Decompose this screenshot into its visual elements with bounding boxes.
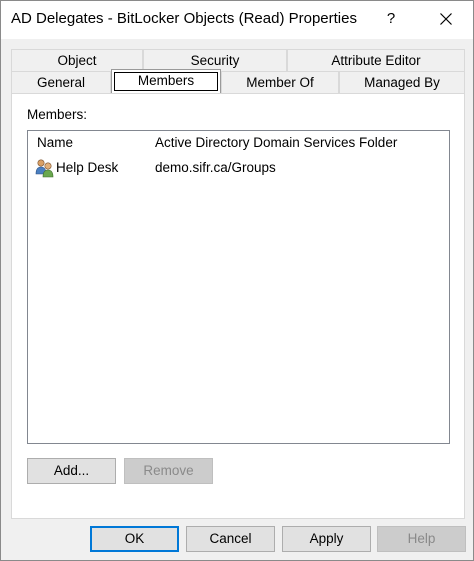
group-icon xyxy=(35,159,54,178)
column-header-folder[interactable]: Active Directory Domain Services Folder xyxy=(155,135,397,150)
help-button[interactable]: Help xyxy=(377,526,466,552)
tab-object[interactable]: Object xyxy=(11,49,143,71)
tab-general[interactable]: General xyxy=(11,71,111,93)
member-name: Help Desk xyxy=(56,160,119,175)
tab-security[interactable]: Security xyxy=(143,49,287,71)
members-label: Members: xyxy=(27,107,88,122)
remove-button[interactable]: Remove xyxy=(124,458,213,484)
tab-managed-by[interactable]: Managed By xyxy=(339,71,465,93)
help-title-button[interactable]: ? xyxy=(384,8,398,30)
close-icon xyxy=(440,13,452,25)
close-button[interactable] xyxy=(431,6,461,32)
ok-button[interactable]: OK xyxy=(90,526,179,552)
member-folder: demo.sifr.ca/Groups xyxy=(155,160,276,175)
title-bar: AD Delegates - BitLocker Objects (Read) … xyxy=(1,1,473,39)
column-header-name[interactable]: Name xyxy=(37,135,73,150)
tab-member-of[interactable]: Member Of xyxy=(221,71,339,93)
window-title: AD Delegates - BitLocker Objects (Read) … xyxy=(11,10,357,27)
tab-members[interactable]: Members xyxy=(111,69,221,93)
members-list[interactable]: Name Active Directory Domain Services Fo… xyxy=(27,130,450,444)
apply-button[interactable]: Apply xyxy=(282,526,371,552)
tab-attribute-editor[interactable]: Attribute Editor xyxy=(287,49,465,71)
add-button[interactable]: Add... xyxy=(27,458,116,484)
cancel-button[interactable]: Cancel xyxy=(186,526,275,552)
properties-dialog: AD Delegates - BitLocker Objects (Read) … xyxy=(0,0,474,561)
tab-focus-rect xyxy=(114,72,218,91)
